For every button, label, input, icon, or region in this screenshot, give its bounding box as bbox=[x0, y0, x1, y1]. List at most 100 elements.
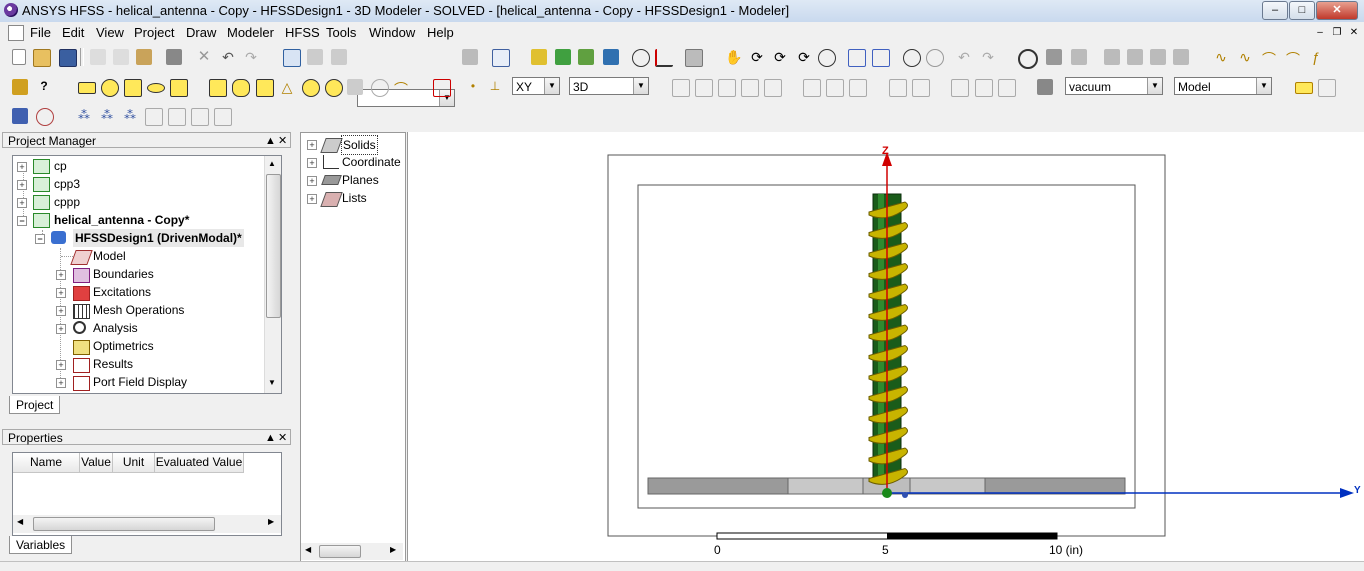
eye-icon[interactable] bbox=[1018, 49, 1038, 69]
maximize-button[interactable]: □ bbox=[1289, 1, 1315, 20]
scroll-right-icon[interactable]: ▶ bbox=[268, 517, 274, 526]
draw-plane-icon[interactable]: ⊥ bbox=[487, 79, 503, 95]
rectangle-icon[interactable] bbox=[78, 82, 96, 94]
copy-icon[interactable] bbox=[113, 49, 129, 65]
scale-icon[interactable] bbox=[889, 79, 907, 97]
menu-view[interactable]: View bbox=[96, 25, 124, 40]
expand-icon[interactable]: + bbox=[56, 378, 66, 388]
menu-window[interactable]: Window bbox=[369, 25, 415, 40]
expand-icon[interactable]: + bbox=[307, 140, 317, 150]
scroll-right-icon[interactable]: ▶ bbox=[390, 545, 396, 554]
expand-icon[interactable]: + bbox=[307, 158, 317, 168]
expand-icon[interactable]: + bbox=[17, 162, 27, 172]
view-1-icon[interactable] bbox=[1104, 49, 1120, 65]
menu-tools[interactable]: Tools bbox=[326, 25, 356, 40]
move-icon[interactable] bbox=[803, 79, 821, 97]
collapse-icon[interactable]: − bbox=[35, 234, 45, 244]
subtract-icon[interactable] bbox=[695, 79, 713, 97]
polygon-icon[interactable] bbox=[124, 79, 142, 97]
sphere-icon[interactable] bbox=[302, 79, 320, 97]
minimize-button[interactable]: – bbox=[1262, 1, 1288, 20]
validate-icon[interactable] bbox=[531, 49, 547, 65]
expand-icon[interactable]: + bbox=[17, 198, 27, 208]
cone-icon[interactable]: △ bbox=[279, 79, 295, 95]
menu-file[interactable]: File bbox=[30, 25, 51, 40]
help-icon[interactable]: ? bbox=[36, 79, 52, 95]
analyze-icon[interactable] bbox=[555, 49, 571, 65]
undo-icon[interactable]: ↶ bbox=[220, 49, 236, 65]
model-tree-hscrollbar[interactable]: ◀ ▶ bbox=[301, 543, 403, 560]
region-icon[interactable] bbox=[170, 79, 188, 97]
menu-help[interactable]: Help bbox=[427, 25, 454, 40]
box-icon[interactable] bbox=[209, 79, 227, 97]
duplicate-along-line-icon[interactable] bbox=[951, 79, 969, 97]
expand-icon[interactable]: + bbox=[56, 306, 66, 316]
new-icon[interactable] bbox=[12, 49, 26, 65]
plane-dropdown[interactable]: XY ▼ bbox=[512, 77, 560, 95]
draw-spline-icon[interactable]: ∿ bbox=[1237, 49, 1253, 65]
tab-variables[interactable]: Variables bbox=[9, 536, 73, 554]
measure-mode-icon[interactable] bbox=[1037, 79, 1053, 95]
expand-icon[interactable]: + bbox=[56, 270, 66, 280]
scroll-down-icon[interactable]: ▼ bbox=[268, 378, 276, 387]
collapse-icon[interactable]: − bbox=[17, 216, 27, 226]
snap-icon[interactable] bbox=[1318, 79, 1336, 97]
expand-icon[interactable]: + bbox=[56, 288, 66, 298]
scroll-thumb[interactable] bbox=[266, 174, 281, 318]
close-button[interactable]: ✕ bbox=[1316, 1, 1358, 20]
zoom-in-icon[interactable] bbox=[848, 49, 866, 67]
column-header-unit[interactable]: Unit bbox=[113, 453, 155, 473]
view-redo-icon[interactable]: ↷ bbox=[980, 49, 996, 65]
close-panel-icon[interactable]: ✕ bbox=[278, 430, 287, 446]
zoom-icon[interactable] bbox=[818, 49, 836, 67]
pan-icon[interactable]: ✋ bbox=[725, 49, 742, 65]
design-icon[interactable] bbox=[12, 108, 28, 124]
rotate-object-icon[interactable] bbox=[826, 79, 844, 97]
imprint-icon[interactable] bbox=[741, 79, 759, 97]
draw-equation-icon[interactable]: ƒ bbox=[1308, 49, 1324, 65]
view-2-icon[interactable] bbox=[1127, 49, 1143, 65]
show-icon[interactable] bbox=[1046, 49, 1062, 65]
split-icon[interactable] bbox=[764, 79, 782, 97]
measure-icon[interactable] bbox=[492, 49, 510, 67]
circle-icon[interactable] bbox=[101, 79, 119, 97]
duplicate-around-axis-icon[interactable] bbox=[975, 79, 993, 97]
redo-icon[interactable]: ↷ bbox=[243, 49, 259, 65]
zoom-object-icon[interactable] bbox=[632, 49, 650, 67]
duplicate-mirror-icon[interactable] bbox=[998, 79, 1016, 97]
select-by-name-icon[interactable] bbox=[462, 49, 478, 65]
object-cs-icon[interactable] bbox=[145, 108, 163, 126]
draw-line-icon[interactable]: ∿ bbox=[1213, 49, 1229, 65]
set-working-cs-icon[interactable] bbox=[168, 108, 186, 126]
torus-icon[interactable] bbox=[325, 79, 343, 97]
relative-cs-icon[interactable]: ⁂ bbox=[99, 108, 115, 124]
zoom-out-icon[interactable] bbox=[872, 49, 890, 67]
scroll-left-icon[interactable]: ◀ bbox=[305, 545, 311, 554]
column-header-name[interactable]: Name bbox=[13, 453, 80, 473]
pin-icon[interactable]: ▲ bbox=[265, 430, 276, 446]
fit-selection-icon[interactable] bbox=[926, 49, 944, 67]
delete-icon[interactable]: ✕ bbox=[196, 49, 212, 65]
tab-project[interactable]: Project bbox=[9, 396, 61, 414]
point-icon[interactable] bbox=[433, 79, 451, 97]
menu-draw[interactable]: Draw bbox=[186, 25, 216, 40]
fields-icon[interactable] bbox=[685, 49, 703, 67]
column-header-value[interactable]: Value bbox=[80, 453, 113, 473]
draw-arc-icon[interactable]: ⌒ bbox=[1261, 49, 1277, 67]
paste-icon[interactable] bbox=[136, 49, 152, 65]
mirror-icon[interactable] bbox=[849, 79, 867, 97]
close-panel-icon[interactable]: ✕ bbox=[278, 133, 287, 149]
expand-icon[interactable]: + bbox=[56, 360, 66, 370]
print-icon[interactable] bbox=[166, 49, 182, 65]
report-icon[interactable] bbox=[655, 49, 673, 67]
bondwire-icon[interactable]: ⌒ bbox=[393, 79, 409, 97]
open-icon[interactable] bbox=[33, 49, 51, 67]
menu-project[interactable]: Project bbox=[134, 25, 174, 40]
draw-arc-center-icon[interactable]: ⌒ bbox=[1285, 49, 1301, 67]
move-down-icon[interactable] bbox=[331, 49, 347, 65]
mdi-close-button[interactable]: ✕ bbox=[1345, 25, 1363, 41]
field-overlay-icon[interactable] bbox=[603, 49, 619, 65]
expand-icon[interactable]: + bbox=[17, 180, 27, 190]
select-object-icon[interactable] bbox=[283, 49, 301, 67]
tree-scrollbar[interactable]: ▲ ▼ bbox=[264, 156, 281, 393]
